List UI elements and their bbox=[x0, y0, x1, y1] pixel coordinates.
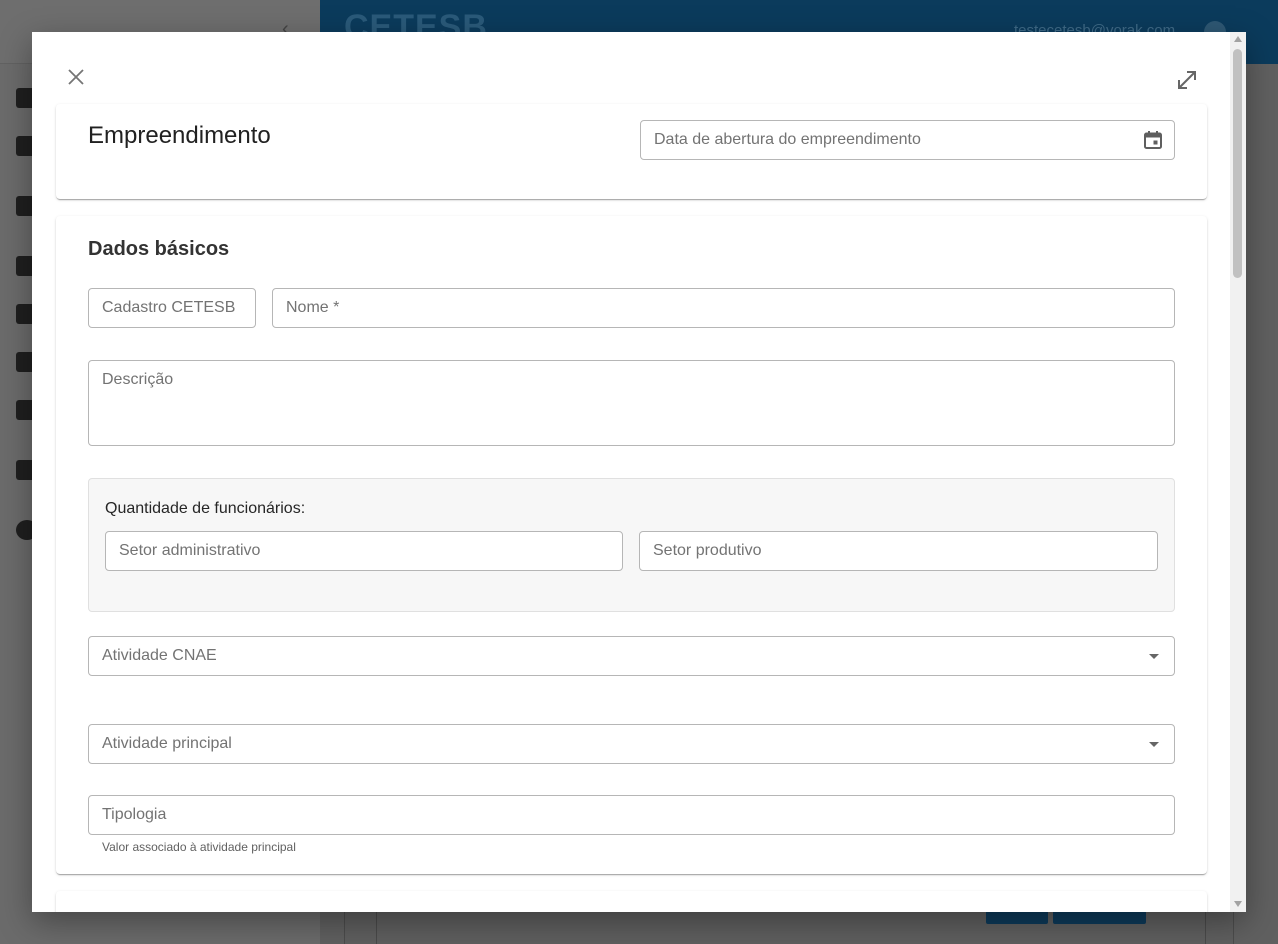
descricao-textarea[interactable]: Descrição bbox=[88, 360, 1175, 446]
dados-basicos-card: Dados básicos Cadastro CETESB Nome * Des… bbox=[56, 216, 1207, 874]
scrollbar-thumb[interactable] bbox=[1233, 49, 1242, 278]
data-abertura-placeholder: Data de abertura do empreendimento bbox=[654, 131, 921, 148]
scroll-up-icon[interactable] bbox=[1234, 36, 1242, 42]
empreendimento-dialog: Empreendimento Data de abertura do empre… bbox=[32, 32, 1246, 912]
funcionarios-group: Quantidade de funcionários: Setor admini… bbox=[88, 478, 1175, 612]
dialog-scrollbar[interactable] bbox=[1230, 32, 1246, 912]
atividade-principal-placeholder: Atividade principal bbox=[102, 735, 232, 752]
setor-administrativo-placeholder: Setor administrativo bbox=[119, 542, 261, 559]
tipologia-input[interactable]: Tipologia bbox=[88, 795, 1175, 835]
next-section-card bbox=[56, 891, 1207, 912]
required-mark: * bbox=[333, 299, 340, 316]
expand-icon[interactable] bbox=[1175, 68, 1199, 92]
atividade-principal-select[interactable]: Atividade principal bbox=[88, 724, 1175, 764]
close-icon[interactable] bbox=[64, 65, 88, 89]
nome-placeholder: Nome * bbox=[286, 299, 340, 316]
setor-produtivo-placeholder: Setor produtivo bbox=[653, 542, 762, 559]
data-abertura-field[interactable]: Data de abertura do empreendimento bbox=[640, 120, 1175, 160]
funcionarios-label: Quantidade de funcionários: bbox=[105, 500, 306, 517]
setor-administrativo-input[interactable]: Setor administrativo bbox=[105, 531, 623, 571]
cadastro-cetesb-input[interactable]: Cadastro CETESB bbox=[88, 288, 256, 328]
calendar-icon[interactable] bbox=[1143, 130, 1163, 150]
atividade-cnae-select[interactable]: Atividade CNAE bbox=[88, 636, 1175, 676]
atividade-cnae-placeholder: Atividade CNAE bbox=[102, 647, 217, 664]
descricao-placeholder: Descrição bbox=[102, 371, 174, 388]
section-title: Dados básicos bbox=[88, 238, 230, 260]
tipologia-placeholder: Tipologia bbox=[102, 806, 167, 823]
nome-input[interactable]: Nome * bbox=[272, 288, 1175, 328]
dropdown-arrow-icon[interactable] bbox=[1149, 654, 1159, 659]
dropdown-arrow-icon[interactable] bbox=[1149, 742, 1159, 747]
page-title: Empreendimento bbox=[88, 122, 271, 149]
scroll-down-icon[interactable] bbox=[1234, 901, 1242, 907]
empreendimento-card: Empreendimento Data de abertura do empre… bbox=[56, 104, 1207, 199]
tipologia-hint: Valor associado à atividade principal bbox=[102, 840, 296, 854]
cadastro-cetesb-placeholder: Cadastro CETESB bbox=[102, 299, 236, 316]
setor-produtivo-input[interactable]: Setor produtivo bbox=[639, 531, 1158, 571]
